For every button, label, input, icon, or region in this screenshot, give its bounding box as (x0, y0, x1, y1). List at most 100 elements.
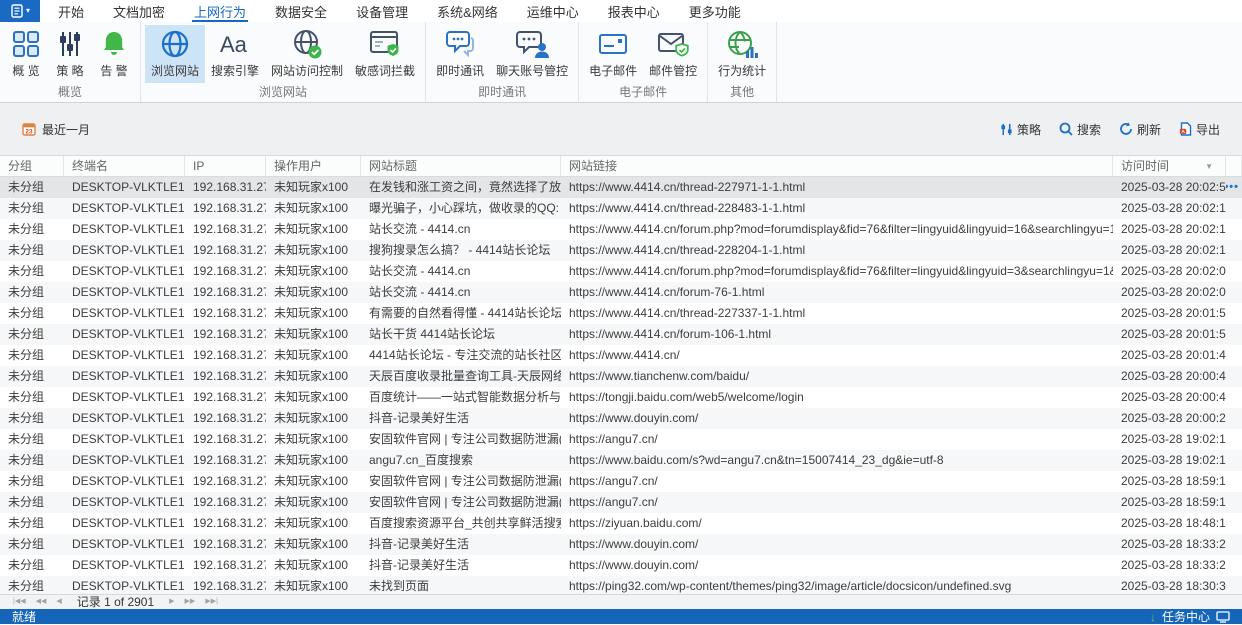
policy-action-button[interactable]: 策略 (1000, 121, 1041, 138)
table-row[interactable]: 未分组 DESKTOP-VLKTLE1 192.168.31.27 未知玩家x1… (0, 429, 1242, 450)
cell-ip: 192.168.31.27 (193, 390, 266, 404)
cell-user: 未知玩家x100 (274, 327, 349, 341)
table-row[interactable]: 未分组 DESKTOP-VLKTLE1 192.168.31.27 未知玩家x1… (0, 303, 1242, 324)
alert-button[interactable]: 告 警 (92, 25, 136, 83)
cell-user: 未知玩家x100 (274, 390, 349, 404)
cell-terminal: DESKTOP-VLKTLE1 (72, 285, 185, 299)
cell-terminal: DESKTOP-VLKTLE1 (72, 558, 185, 572)
column-header-actions (1226, 156, 1242, 176)
table-row[interactable]: 未分组 DESKTOP-VLKTLE1 192.168.31.27 未知玩家x1… (0, 366, 1242, 387)
cell-user: 未知玩家x100 (274, 369, 349, 383)
table-row[interactable]: 未分组 DESKTOP-VLKTLE1 192.168.31.27 未知玩家x1… (0, 261, 1242, 282)
chat-account-control-button[interactable]: 聊天账号管控 (490, 25, 574, 83)
forward-page-button[interactable]: ▶▶ (180, 595, 201, 609)
menu-bar: ▾ 开始 文档加密 上网行为 数据安全 设备管理 系统&网络 运维中心 报表中心… (0, 0, 1242, 22)
behavior-stats-button[interactable]: 行为统计 (712, 25, 772, 83)
date-range-filter[interactable]: 23 最近一月 (22, 121, 90, 138)
cell-group: 未分组 (8, 306, 45, 320)
refresh-button[interactable]: 刷新 (1119, 121, 1161, 138)
cell-terminal: DESKTOP-VLKTLE1 (72, 243, 185, 257)
cell-time: 2025-03-28 20:02:58 (1121, 180, 1226, 194)
status-bar: 就绪 ↓ 任务中心 (0, 609, 1242, 624)
menu-tab[interactable]: 更多功能 (687, 0, 743, 22)
cell-title: 站长交流 - 4414.cn (369, 222, 471, 236)
search-button[interactable]: 搜索 (1059, 121, 1101, 138)
cell-group: 未分组 (8, 579, 45, 593)
cell-group: 未分组 (8, 369, 45, 383)
table-row[interactable]: 未分组 DESKTOP-VLKTLE1 192.168.31.27 未知玩家x1… (0, 450, 1242, 471)
export-button[interactable]: A 导出 (1179, 121, 1220, 138)
cell-title: 抖音-记录美好生活 (369, 411, 469, 425)
cell-url: https://www.4414.cn/thread-228204-1-1.ht… (569, 243, 806, 257)
ribbon-group-other: 行为统计 其他 (708, 22, 778, 102)
table-row[interactable]: 未分组 DESKTOP-VLKTLE1 192.168.31.27 未知玩家x1… (0, 513, 1242, 534)
cell-title: 站长交流 - 4414.cn (369, 264, 471, 278)
sensitive-word-block-button[interactable]: 敏感词拦截 (349, 25, 421, 83)
ready-status-label: 就绪 (12, 610, 37, 624)
column-header-group[interactable]: 分组 (0, 156, 64, 176)
table-row[interactable]: 未分组 DESKTOP-VLKTLE1 192.168.31.27 未知玩家x1… (0, 219, 1242, 240)
cell-title: 搜狗搜录怎么搞？ - 4414站长论坛 (369, 243, 551, 257)
cell-ip: 192.168.31.27 (193, 369, 266, 383)
ribbon-group-overview: 概 览 策 略 告 警 概览 (0, 22, 141, 102)
email-button[interactable]: 电子邮件 (583, 25, 643, 83)
cell-url: https://www.4414.cn/thread-227971-1-1.ht… (569, 180, 806, 194)
menu-tab-label: 运维中心 (526, 4, 579, 20)
column-header-time[interactable]: 访问时间 ▼ (1113, 156, 1226, 176)
cell-ip: 192.168.31.27 (193, 411, 266, 425)
menu-tab[interactable]: 系统&网络 (435, 0, 500, 22)
table-row[interactable]: 未分组 DESKTOP-VLKTLE1 192.168.31.27 未知玩家x1… (0, 408, 1242, 429)
menu-tab[interactable]: 开始 (56, 0, 86, 22)
menu-tab[interactable]: 报表中心 (606, 0, 662, 22)
email-control-button[interactable]: 邮件管控 (643, 25, 703, 83)
sort-filter-arrow-icon[interactable]: ▼ (1205, 156, 1213, 176)
cell-title: 在发钱和涨工资之间，竟然选择了放贷款，... (369, 180, 561, 194)
cell-terminal: DESKTOP-VLKTLE1 (72, 201, 185, 215)
column-header-terminal[interactable]: 终端名 (64, 156, 185, 176)
table-row[interactable]: 未分组 DESKTOP-VLKTLE1 192.168.31.27 未知玩家x1… (0, 555, 1242, 576)
next-page-button[interactable]: ▶ (164, 595, 179, 609)
rewind-page-button[interactable]: ◀◀ (31, 595, 52, 609)
table-row[interactable]: 未分组 DESKTOP-VLKTLE1 192.168.31.27 未知玩家x1… (0, 471, 1242, 492)
search-engine-button[interactable]: Aa 搜索引擎 (205, 25, 265, 83)
row-actions-menu[interactable]: ••• (1226, 177, 1239, 198)
website-access-control-button[interactable]: 网站访问控制 (265, 25, 349, 83)
ribbon-group-caption: 概览 (57, 85, 82, 99)
cell-time: 2025-03-28 20:01:43 (1121, 348, 1226, 362)
table-row[interactable]: 未分组 DESKTOP-VLKTLE1 192.168.31.27 未知玩家x1… (0, 177, 1242, 198)
date-range-label: 最近一月 (42, 122, 91, 137)
cell-user: 未知玩家x100 (274, 495, 349, 509)
app-menu-button[interactable]: ▾ (0, 0, 40, 22)
policy-button[interactable]: 策 略 (48, 25, 92, 83)
column-header-ip[interactable]: IP (185, 156, 266, 176)
table-row[interactable]: 未分组 DESKTOP-VLKTLE1 192.168.31.27 未知玩家x1… (0, 240, 1242, 261)
table-row[interactable]: 未分组 DESKTOP-VLKTLE1 192.168.31.27 未知玩家x1… (0, 492, 1242, 513)
table-row[interactable]: 未分组 DESKTOP-VLKTLE1 192.168.31.27 未知玩家x1… (0, 576, 1242, 594)
cell-ip: 192.168.31.27 (193, 222, 266, 236)
last-page-button[interactable]: ▶▶| (200, 595, 223, 609)
menu-tab[interactable]: 文档加密 (111, 0, 167, 22)
column-header-title[interactable]: 网站标题 (361, 156, 561, 176)
table-row[interactable]: 未分组 DESKTOP-VLKTLE1 192.168.31.27 未知玩家x1… (0, 387, 1242, 408)
cell-url: https://www.4414.cn/forum.php?mod=forumd… (569, 264, 1113, 278)
task-center-button[interactable]: 任务中心 (1162, 608, 1210, 625)
menu-tab[interactable]: 运维中心 (525, 0, 581, 22)
first-page-button[interactable]: |◀◀ (8, 595, 31, 609)
table-row[interactable]: 未分组 DESKTOP-VLKTLE1 192.168.31.27 未知玩家x1… (0, 198, 1242, 219)
table-row[interactable]: 未分组 DESKTOP-VLKTLE1 192.168.31.27 未知玩家x1… (0, 282, 1242, 303)
overview-button[interactable]: 概 览 (4, 25, 48, 83)
table-row[interactable]: 未分组 DESKTOP-VLKTLE1 192.168.31.27 未知玩家x1… (0, 534, 1242, 555)
menu-tab[interactable]: 设备管理 (354, 0, 410, 22)
instant-message-button[interactable]: 即时通讯 (430, 25, 490, 83)
menu-tab-label: 更多功能 (688, 4, 741, 20)
table-row[interactable]: 未分组 DESKTOP-VLKTLE1 192.168.31.27 未知玩家x1… (0, 345, 1242, 366)
monitor-icon[interactable] (1216, 610, 1230, 623)
menu-tab[interactable]: 上网行为 (192, 0, 249, 22)
table-row[interactable]: 未分组 DESKTOP-VLKTLE1 192.168.31.27 未知玩家x1… (0, 324, 1242, 345)
menu-tab[interactable]: 数据安全 (273, 0, 329, 22)
column-header-url[interactable]: 网站链接 (561, 156, 1113, 176)
cell-time: 2025-03-28 20:02:19 (1121, 201, 1226, 215)
browse-website-button[interactable]: 浏览网站 (145, 25, 206, 83)
column-header-user[interactable]: 操作用户 (266, 156, 361, 176)
prev-page-button[interactable]: ◀ (51, 595, 66, 609)
